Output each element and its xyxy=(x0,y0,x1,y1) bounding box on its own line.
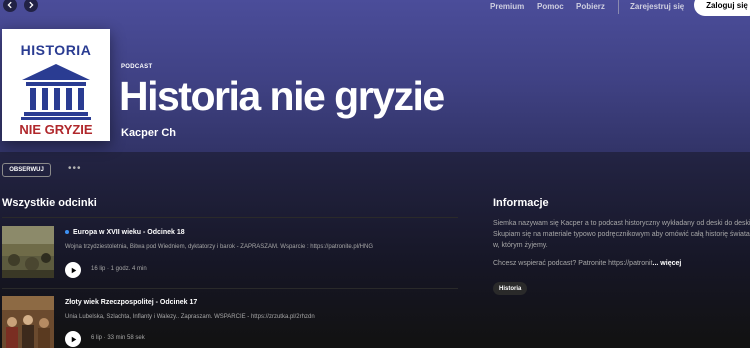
more-dots-icon: ••• xyxy=(68,163,82,174)
forward-button[interactable] xyxy=(24,0,38,12)
show-more-link[interactable]: ... więcej xyxy=(653,260,682,267)
signup-link[interactable]: Zarejestruj się xyxy=(630,2,684,11)
new-episode-dot xyxy=(65,230,69,235)
cover-bottom-text: NIE GRYZIE xyxy=(19,122,93,137)
renaissance-painting-image xyxy=(2,296,54,348)
login-button[interactable]: Zaloguj się xyxy=(694,0,750,16)
play-icon xyxy=(71,336,76,342)
info-support-question: Chcesz wspierać podcast? Patronite https… xyxy=(493,260,653,267)
help-link[interactable]: Pomoc xyxy=(537,2,564,11)
category-tag[interactable]: Historia xyxy=(493,282,528,295)
episode-description: Unia Lubelska, Szlachta, Inflanty i Wale… xyxy=(65,314,315,320)
episodes-section-title: Wszystkie odcinki xyxy=(2,197,97,209)
episode-title[interactable]: Europa w XVII wieku - Odcinek 18 xyxy=(65,229,185,236)
episode-meta: 16 lip · 1 godz. 4 min xyxy=(91,266,147,272)
follow-button[interactable]: OBSERWUJ xyxy=(2,163,51,177)
info-support-text: Chcesz wspierać podcast? Patronite https… xyxy=(493,260,681,267)
podcast-type-label: PODCAST xyxy=(121,64,153,70)
podcast-title: Historia nie gryzie xyxy=(119,73,445,119)
episode-thumbnail[interactable] xyxy=(2,226,54,278)
topbar-divider xyxy=(618,0,619,14)
episode-divider xyxy=(2,288,458,289)
episode-meta: 6 lip · 33 min 58 sek xyxy=(91,335,145,341)
battle-painting-image xyxy=(2,226,54,278)
podcast-author[interactable]: Kacper Ch xyxy=(121,127,176,139)
top-bar: Premium Pomoc Pobierz Zarejestruj się Za… xyxy=(0,0,750,16)
info-description: Siemka nazywam się Kacper a to podcast h… xyxy=(493,220,750,249)
temple-logo-icon xyxy=(21,64,91,120)
premium-link[interactable]: Premium xyxy=(490,2,524,11)
info-section-title: Informacje xyxy=(493,197,549,209)
more-options-button[interactable]: ••• xyxy=(68,163,82,174)
episode-thumbnail[interactable] xyxy=(2,296,54,348)
episode-description: Wojna trzydziestoletnia, Bitwa pod Wiedn… xyxy=(65,244,374,250)
chevron-right-icon xyxy=(29,1,34,9)
play-icon xyxy=(71,267,76,273)
cover-top-text: HISTORIA xyxy=(20,42,92,58)
download-link[interactable]: Pobierz xyxy=(576,2,605,11)
chevron-left-icon xyxy=(7,1,12,9)
podcast-cover: HISTORIA NIE GRYZIE xyxy=(2,29,110,141)
play-button[interactable] xyxy=(65,262,81,278)
play-button[interactable] xyxy=(65,331,81,347)
back-button[interactable] xyxy=(3,0,17,12)
episode-title-text: Europa w XVII wieku - Odcinek 18 xyxy=(73,229,185,236)
episodes-divider xyxy=(2,217,458,218)
episode-title[interactable]: Złoty wiek Rzeczpospolitej - Odcinek 17 xyxy=(65,299,197,306)
